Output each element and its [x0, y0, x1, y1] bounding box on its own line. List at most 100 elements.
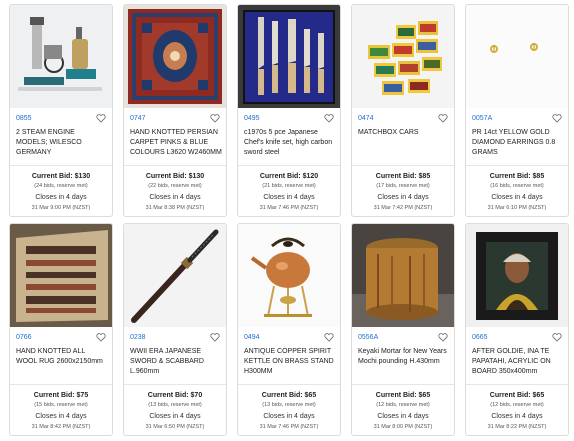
heart-icon[interactable]	[210, 332, 220, 342]
lot-number-link[interactable]: 0766	[16, 334, 32, 341]
current-bid: Current Bid: $70	[147, 392, 203, 399]
divider	[10, 384, 112, 385]
heart-icon[interactable]	[552, 332, 562, 342]
heart-icon[interactable]	[438, 113, 448, 123]
heart-icon[interactable]	[438, 332, 448, 342]
closes-in: Closes in 4 days	[35, 413, 87, 420]
lot-card[interactable]: 0855 2 STEAM ENGINE MODELS; WILESCO GERM…	[9, 4, 113, 217]
current-bid: Current Bid: $65	[261, 392, 317, 399]
lot-title[interactable]: HAND KNOTTED ALL WOOL RUG 2600x2150mm	[16, 347, 108, 367]
bid-count: (21 bids, reserve met)	[262, 183, 316, 189]
bid-count: (15 bids, reserve met)	[34, 402, 88, 408]
closes-in: Closes in 4 days	[491, 413, 543, 420]
current-bid: Current Bid: $120	[259, 173, 319, 180]
lot-number-link[interactable]: 0855	[16, 115, 32, 122]
lot-card[interactable]: 0495 c1970s 5 pce Japanese Chef's knife …	[237, 4, 341, 217]
lot-card[interactable]: 0556A Keyaki Mortar for New Years Mochi …	[351, 223, 455, 436]
lot-card[interactable]: 0494 ANTIQUE COPPER SPIRIT KETTLE ON BRA…	[237, 223, 341, 436]
heart-icon[interactable]	[324, 332, 334, 342]
close-date: 31 Mar 6:10 PM (NZST)	[487, 205, 547, 211]
lot-image-matchbox-cars[interactable]	[352, 5, 454, 108]
lot-image-steam-engine[interactable]	[10, 5, 112, 108]
lot-title[interactable]: ANTIQUE COPPER SPIRIT KETTLE ON BRASS ST…	[244, 347, 336, 377]
divider	[124, 165, 226, 166]
heart-icon[interactable]	[96, 332, 106, 342]
divider	[352, 384, 454, 385]
bid-count: (13 bids, reserve met)	[262, 402, 316, 408]
divider	[466, 165, 568, 166]
lot-image-knife-set[interactable]	[238, 5, 340, 108]
heart-icon[interactable]	[324, 113, 334, 123]
current-bid: Current Bid: $85	[489, 173, 545, 180]
lot-number-link[interactable]: 0665	[472, 334, 488, 341]
lot-image-diamond-earrings[interactable]	[466, 5, 568, 108]
closes-in: Closes in 4 days	[149, 413, 201, 420]
closes-in: Closes in 4 days	[263, 194, 315, 201]
heart-icon[interactable]	[96, 113, 106, 123]
divider	[124, 384, 226, 385]
lot-number-link[interactable]: 0238	[130, 334, 146, 341]
close-date: 31 Mar 8:22 PM (NZST)	[487, 424, 547, 430]
heart-icon[interactable]	[552, 113, 562, 123]
lot-number-link[interactable]: 0057A	[472, 115, 492, 122]
closes-in: Closes in 4 days	[263, 413, 315, 420]
bid-count: (16 bids, reserve met)	[490, 183, 544, 189]
current-bid: Current Bid: $75	[33, 392, 89, 399]
lot-number-link[interactable]: 0747	[130, 115, 146, 122]
lot-image-japanese-sword[interactable]	[124, 224, 226, 327]
lot-title[interactable]: c1970s 5 pce Japanese Chef's knife set, …	[244, 128, 336, 158]
close-date: 31 Mar 8:42 PM (NZST)	[31, 424, 91, 430]
lot-image-wool-rug[interactable]	[10, 224, 112, 327]
closes-in: Closes in 4 days	[377, 194, 429, 201]
closes-in: Closes in 4 days	[35, 194, 87, 201]
lot-image-portrait-painting[interactable]	[466, 224, 568, 327]
lot-card[interactable]: 0747 HAND KNOTTED PERSIAN CARPET PINKS &…	[123, 4, 227, 217]
lot-image-copper-kettle[interactable]	[238, 224, 340, 327]
divider	[10, 165, 112, 166]
lot-card[interactable]: 0474 MATCHBOX CARS Current Bid: $85 (17 …	[351, 4, 455, 217]
lot-title[interactable]: MATCHBOX CARS	[358, 128, 450, 138]
lot-card[interactable]: 0766 HAND KNOTTED ALL WOOL RUG 2600x2150…	[9, 223, 113, 436]
closes-in: Closes in 4 days	[149, 194, 201, 201]
lot-image-mochi-mortar[interactable]	[352, 224, 454, 327]
lot-title[interactable]: 2 STEAM ENGINE MODELS; WILESCO GERMANY	[16, 128, 108, 158]
lot-number-link[interactable]: 0494	[244, 334, 260, 341]
close-date: 31 Mar 6:50 PM (NZST)	[145, 424, 205, 430]
lot-card[interactable]: 0057A PR 14ct YELLOW GOLD DIAMOND EARRIN…	[465, 4, 569, 217]
current-bid: Current Bid: $65	[489, 392, 545, 399]
divider	[238, 384, 340, 385]
lot-card[interactable]: 0665 AFTER GOLDIE, INA TE PAPATAHI, ACRY…	[465, 223, 569, 436]
lot-title[interactable]: Keyaki Mortar for New Years Mochi poundi…	[358, 347, 450, 367]
current-bid: Current Bid: $65	[375, 392, 431, 399]
closes-in: Closes in 4 days	[377, 413, 429, 420]
bid-count: (13 bids, reserve met)	[148, 402, 202, 408]
divider	[466, 384, 568, 385]
lot-title[interactable]: PR 14ct YELLOW GOLD DIAMOND EARRINGS 0.8…	[472, 128, 564, 158]
lot-grid: 0855 2 STEAM ENGINE MODELS; WILESCO GERM…	[9, 4, 569, 436]
lot-image-persian-carpet[interactable]	[124, 5, 226, 108]
lot-card[interactable]: 0238 WWII ERA JAPANESE SWORD & SCABBARD …	[123, 223, 227, 436]
lot-title[interactable]: AFTER GOLDIE, INA TE PAPATAHI, ACRYLIC O…	[472, 347, 564, 377]
close-date: 31 Mar 7:42 PM (NZST)	[373, 205, 433, 211]
close-date: 31 Mar 8:00 PM (NZST)	[373, 424, 433, 430]
bid-count: (22 bids, reserve met)	[148, 183, 202, 189]
lot-title[interactable]: WWII ERA JAPANESE SWORD & SCABBARD L.960…	[130, 347, 222, 377]
lot-title[interactable]: HAND KNOTTED PERSIAN CARPET PINKS & BLUE…	[130, 128, 222, 158]
lot-number-link[interactable]: 0474	[358, 115, 374, 122]
bid-count: (24 bids, reserve met)	[34, 183, 88, 189]
close-date: 31 Mar 8:38 PM (NZST)	[145, 205, 205, 211]
close-date: 31 Mar 7:46 PM (NZST)	[259, 424, 319, 430]
current-bid: Current Bid: $130	[145, 173, 205, 180]
heart-icon[interactable]	[210, 113, 220, 123]
lot-number-link[interactable]: 0556A	[358, 334, 378, 341]
closes-in: Closes in 4 days	[491, 194, 543, 201]
close-date: 31 Mar 7:46 PM (NZST)	[259, 205, 319, 211]
divider	[352, 165, 454, 166]
bid-count: (17 bids, reserve met)	[376, 183, 430, 189]
bid-count: (12 bids, reserve met)	[490, 402, 544, 408]
current-bid: Current Bid: $130	[31, 173, 91, 180]
divider	[238, 165, 340, 166]
lot-number-link[interactable]: 0495	[244, 115, 260, 122]
close-date: 31 Mar 9:00 PM (NZST)	[31, 205, 91, 211]
current-bid: Current Bid: $85	[375, 173, 431, 180]
